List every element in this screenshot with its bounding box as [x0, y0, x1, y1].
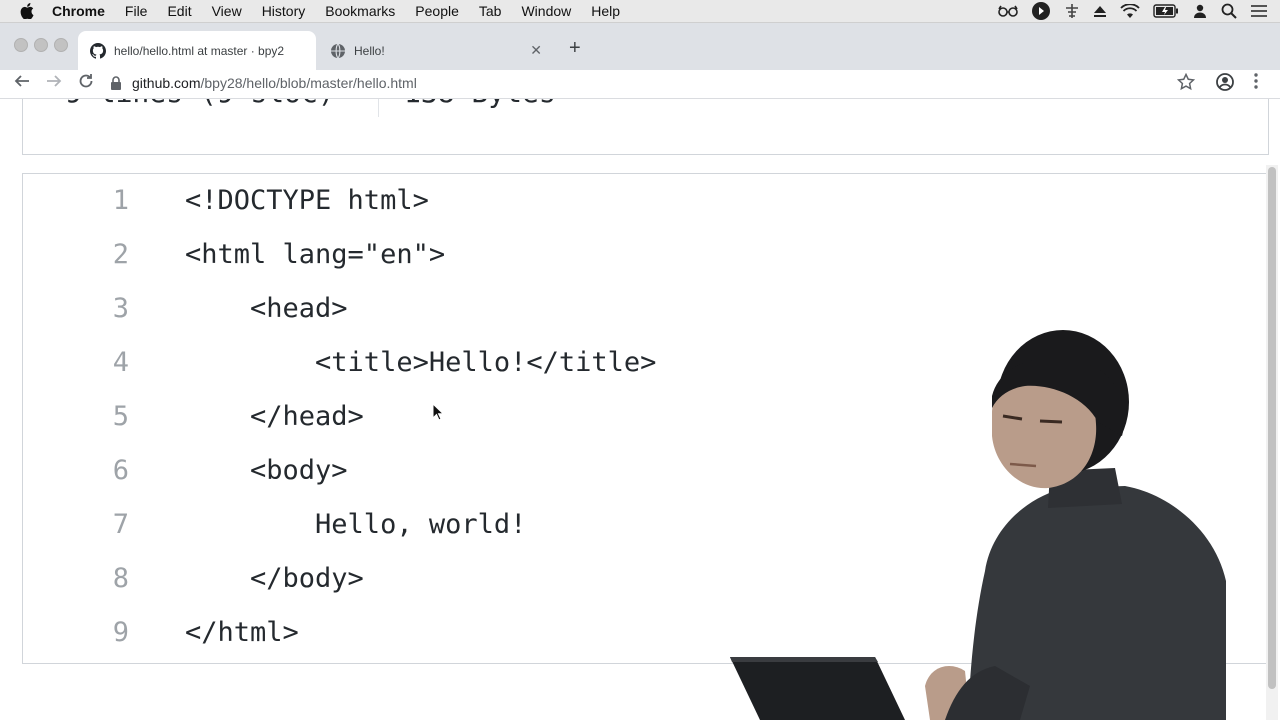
menu-people[interactable]: People: [415, 3, 459, 19]
tab-strip: hello/hello.html at master · bpy2 Hello!…: [0, 23, 1280, 70]
line-number[interactable]: 8: [23, 552, 129, 606]
new-tab-button[interactable]: +: [569, 37, 581, 60]
line-number[interactable]: 1: [23, 174, 129, 228]
code-text: <body>: [185, 455, 348, 486]
battery-icon[interactable]: [1153, 4, 1179, 18]
code-text: <head>: [185, 293, 348, 324]
menu-bookmarks[interactable]: Bookmarks: [325, 3, 395, 19]
menu-file[interactable]: File: [125, 3, 148, 19]
menu-tab[interactable]: Tab: [479, 3, 502, 19]
github-icon: [90, 42, 106, 59]
spotlight-icon[interactable]: [1221, 3, 1237, 19]
tab-title: Hello!: [354, 43, 385, 58]
url-host: github.com: [132, 75, 201, 91]
eject-icon[interactable]: [1093, 4, 1107, 18]
line-number[interactable]: 3: [23, 282, 129, 336]
wifi-icon[interactable]: [1120, 3, 1140, 19]
divider: [378, 99, 379, 117]
code-text: <!DOCTYPE html>: [185, 185, 429, 216]
accessibility-icon[interactable]: [1064, 3, 1080, 19]
menu-bar: Chrome File Edit View History Bookmarks …: [0, 0, 1280, 23]
bookmark-star-icon[interactable]: [1176, 72, 1196, 96]
profile-icon[interactable]: [1216, 73, 1234, 96]
page-content: 9 lines (9 sloc) 138 Bytes 1 <!DOCTYPE h…: [0, 99, 1280, 720]
reload-icon[interactable]: [78, 73, 94, 94]
browser-toolbar: github.com/bpy28/hello/blob/master/hello…: [0, 70, 1280, 99]
code-text: <title>Hello!</title>: [185, 347, 657, 378]
code-line: 1 <!DOCTYPE html>: [23, 174, 1268, 228]
glasses-icon[interactable]: [998, 5, 1018, 17]
file-size: 138 Bytes: [404, 99, 556, 109]
code-text: <html lang="en">: [185, 239, 446, 270]
lock-icon[interactable]: [110, 76, 122, 90]
tab-github-hello[interactable]: hello/hello.html at master · bpy2: [78, 31, 316, 70]
address-bar[interactable]: github.com/bpy28/hello/blob/master/hello…: [110, 70, 1195, 96]
menu-history[interactable]: History: [262, 3, 306, 19]
play-icon[interactable]: [1031, 1, 1051, 21]
menu-window[interactable]: Window: [521, 3, 571, 19]
line-number[interactable]: 4: [23, 336, 129, 390]
line-number[interactable]: 9: [23, 606, 129, 660]
menu-help[interactable]: Help: [591, 3, 620, 19]
line-number[interactable]: 2: [23, 228, 129, 282]
menu-chrome[interactable]: Chrome: [52, 3, 105, 19]
presenter-video-overlay: [730, 326, 1230, 720]
line-count: 9 lines (9 sloc): [65, 99, 335, 109]
user-icon[interactable]: [1192, 3, 1208, 19]
menu-edit[interactable]: Edit: [167, 3, 191, 19]
apple-icon[interactable]: [20, 3, 38, 19]
line-number[interactable]: 6: [23, 444, 129, 498]
mouse-cursor-icon: [432, 402, 445, 426]
vertical-scrollbar[interactable]: [1266, 165, 1278, 720]
line-number[interactable]: 5: [23, 390, 129, 444]
menu-list-icon[interactable]: [1250, 4, 1268, 18]
file-info-header: 9 lines (9 sloc) 138 Bytes: [22, 99, 1269, 155]
forward-arrow-icon[interactable]: [46, 73, 62, 94]
line-number[interactable]: 7: [23, 498, 129, 552]
back-arrow-icon[interactable]: [14, 73, 30, 94]
url-path: /bpy28/hello/blob/master/hello.html: [200, 75, 417, 91]
scrollbar-thumb[interactable]: [1268, 167, 1276, 689]
tab-hello[interactable]: Hello! ✕: [322, 31, 552, 70]
tab-title: hello/hello.html at master · bpy2: [114, 43, 285, 58]
code-text: Hello, world!: [185, 509, 527, 540]
close-tab-icon[interactable]: ✕: [530, 42, 542, 59]
code-text: </html>: [185, 617, 299, 648]
menu-view[interactable]: View: [212, 3, 242, 19]
globe-icon: [330, 43, 346, 59]
status-area: [998, 0, 1268, 22]
minimize-window-button[interactable]: [34, 38, 48, 52]
zoom-window-button[interactable]: [54, 38, 68, 52]
code-text: </body>: [185, 563, 364, 594]
code-text: </head>: [185, 401, 364, 432]
close-window-button[interactable]: [14, 38, 28, 52]
more-menu-icon[interactable]: [1254, 73, 1258, 94]
code-line: 2 <html lang="en">: [23, 228, 1268, 282]
